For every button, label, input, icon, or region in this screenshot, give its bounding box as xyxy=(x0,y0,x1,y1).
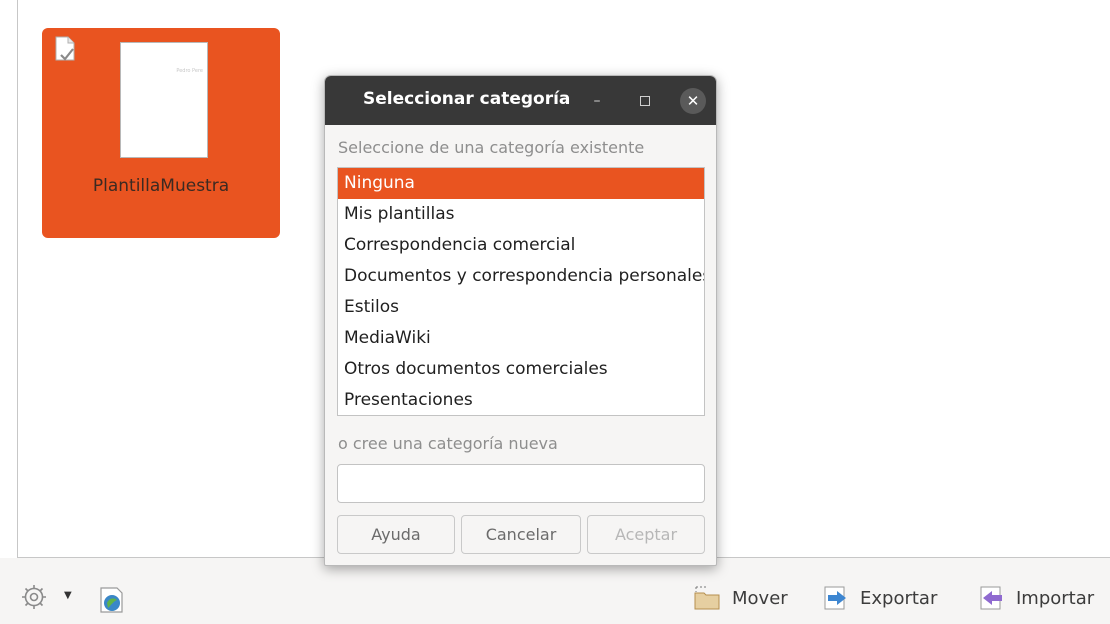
ok-button[interactable]: Aceptar xyxy=(587,515,705,554)
move-label: Mover xyxy=(732,587,788,609)
minimize-icon[interactable]: – xyxy=(584,88,610,114)
close-icon[interactable]: ✕ xyxy=(680,88,706,114)
default-template-icon xyxy=(55,36,75,61)
import-button[interactable]: Importar xyxy=(978,583,1094,613)
new-category-label: o cree una categoría nueva xyxy=(338,434,558,453)
select-category-dialog: Seleccionar categoría – ✕ Seleccione de … xyxy=(324,75,717,566)
template-name: PlantillaMuestra xyxy=(92,176,230,196)
template-repository-icon[interactable] xyxy=(98,586,126,614)
panel-left-border xyxy=(17,0,18,558)
category-item[interactable]: Presentaciones xyxy=(338,385,704,415)
dialog-titlebar[interactable]: Seleccionar categoría – ✕ xyxy=(325,76,716,125)
maximize-icon[interactable] xyxy=(632,88,658,114)
bottom-toolbar xyxy=(0,558,1110,624)
category-item[interactable]: Otros documentos comerciales xyxy=(338,354,704,385)
category-item[interactable]: Ninguna xyxy=(338,168,704,199)
template-thumbnail: Pedro Pere xyxy=(120,42,208,158)
category-list[interactable]: Ninguna Mis plantillas Correspondencia c… xyxy=(337,167,705,416)
new-category-input[interactable] xyxy=(337,464,705,503)
folder-icon xyxy=(694,586,720,610)
category-item[interactable]: Estilos xyxy=(338,292,704,323)
gear-icon[interactable] xyxy=(20,583,48,611)
export-button[interactable]: Exportar xyxy=(822,583,937,613)
import-arrow-icon xyxy=(980,586,1002,610)
help-button[interactable]: Ayuda xyxy=(337,515,455,554)
cancel-button[interactable]: Cancelar xyxy=(461,515,581,554)
category-item[interactable]: Mis plantillas xyxy=(338,199,704,230)
existing-category-label: Seleccione de una categoría existente xyxy=(338,138,645,157)
import-label: Importar xyxy=(1016,587,1095,609)
thumbnail-text: Pedro Pere xyxy=(176,68,203,74)
category-item[interactable]: Documentos y correspondencia personales xyxy=(338,261,704,292)
dialog-title: Seleccionar categoría xyxy=(363,89,571,109)
category-item[interactable]: MediaWiki xyxy=(338,323,704,354)
export-arrow-icon xyxy=(824,586,846,610)
move-button[interactable]: Mover xyxy=(692,583,788,613)
category-item[interactable]: Correspondencia comercial xyxy=(338,230,704,261)
template-tile-plantillamuestra[interactable]: Pedro Pere PlantillaMuestra xyxy=(42,28,280,238)
chevron-down-icon[interactable]: ▼ xyxy=(64,590,72,601)
export-label: Exportar xyxy=(860,587,938,609)
